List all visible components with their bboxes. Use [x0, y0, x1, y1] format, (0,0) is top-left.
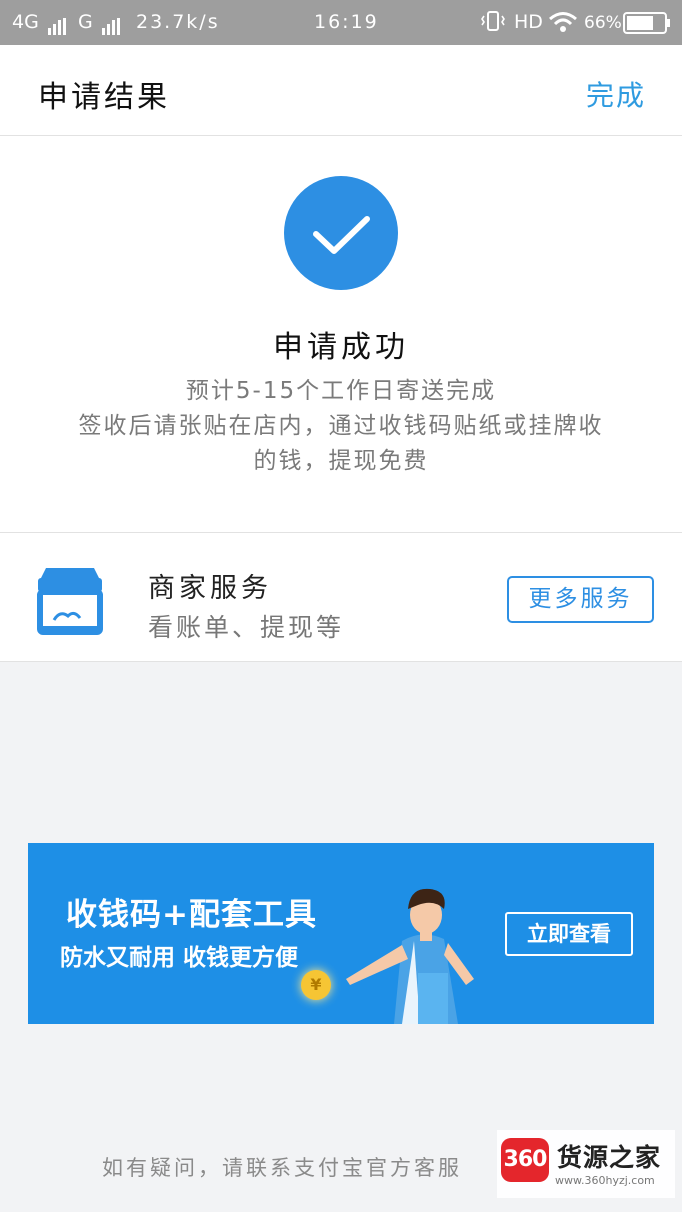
- network-4g-indicator: 4G: [12, 11, 68, 35]
- clock: 16:19: [314, 11, 379, 33]
- view-now-button[interactable]: 立即查看: [505, 912, 633, 956]
- promo-banner[interactable]: 收钱码+配套工具 防水又耐用 收钱更方便 ¥ 立即查看: [28, 843, 654, 1024]
- network-g-label: G: [78, 11, 93, 33]
- watermark-url: www.360hyzj.com: [555, 1174, 655, 1187]
- nav-bar: 申请结果 完成: [0, 45, 682, 136]
- watermark-site-name: 货源之家: [557, 1143, 662, 1172]
- site-watermark: 360 货源之家 www.360hyzj.com: [497, 1130, 675, 1198]
- instruction-text-line2: 的钱，提现免费: [253, 448, 429, 474]
- network-4g-label: 4G: [12, 11, 39, 33]
- hd-label: HD: [514, 11, 543, 33]
- more-services-button[interactable]: 更多服务: [507, 576, 654, 623]
- result-section: 申请成功 预计5-15个工作日寄送完成 签收后请张贴在店内，通过收钱码贴纸或挂牌…: [0, 136, 682, 533]
- signal-bars-icon: [47, 13, 68, 35]
- wifi-icon: [548, 11, 578, 38]
- success-check-icon: [284, 176, 398, 290]
- vibrate-icon: [480, 10, 506, 37]
- coin-icon: ¥: [301, 970, 331, 1000]
- status-bar: 4G G 23.7k/s 16:19 HD 66%: [0, 0, 682, 45]
- page-title: 申请结果: [38, 80, 170, 115]
- signal-bars-icon: [101, 13, 122, 35]
- network-speed: 23.7k/s: [136, 11, 220, 33]
- banner-title: 收钱码+配套工具: [66, 897, 317, 933]
- banner-subtitle: 防水又耐用 收钱更方便: [60, 945, 299, 971]
- service-title: 商家服务: [148, 573, 272, 604]
- service-subtitle: 看账单、提现等: [148, 613, 345, 642]
- battery-percent: 66%: [584, 13, 622, 33]
- contact-support-text[interactable]: 如有疑问，请联系支付宝官方客服: [102, 1152, 462, 1182]
- instruction-text-line1: 签收后请张贴在店内，通过收钱码贴纸或挂牌收: [78, 413, 604, 439]
- success-title: 申请成功: [273, 330, 409, 365]
- done-button[interactable]: 完成: [586, 74, 646, 114]
- merchant-service-row[interactable]: 商家服务 看账单、提现等 更多服务: [0, 533, 682, 662]
- delivery-estimate-text: 预计5-15个工作日寄送完成: [185, 378, 497, 404]
- network-g-indicator: G: [78, 11, 122, 35]
- store-icon: [34, 564, 106, 640]
- watermark-logo-badge: 360: [501, 1138, 549, 1182]
- merchant-illustration: [346, 888, 474, 1024]
- battery-icon: [623, 12, 671, 39]
